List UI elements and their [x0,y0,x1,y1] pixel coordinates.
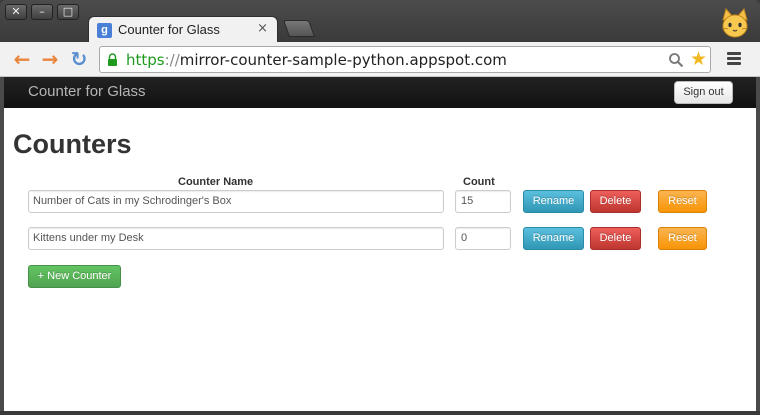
page-title: Counters [13,129,132,159]
google-favicon-icon: g [97,23,112,38]
address-bar[interactable]: https://mirror-counter-sample-python.app… [99,46,711,73]
app-navbar: Counter for Glass Sign out [4,77,756,108]
title-bar: ✕ – □ g Counter for Glass × [0,0,760,44]
window-minimize-button[interactable]: – [31,4,53,20]
window-maximize-button[interactable]: □ [57,4,79,20]
cat-avatar-icon [721,8,749,38]
url-scheme: https [126,51,165,69]
bookmark-star-icon[interactable]: ★ [690,49,707,69]
url-text[interactable]: https://mirror-counter-sample-python.app… [126,51,507,69]
app-brand[interactable]: Counter for Glass [28,83,146,100]
tab-close-icon[interactable]: × [257,21,268,36]
rename-button[interactable]: Rename [523,227,584,250]
counter-count-input[interactable]: 15 [455,190,511,213]
sign-out-button[interactable]: Sign out [674,81,733,104]
url-separator: :// [164,51,180,69]
column-header-counter-name: Counter Name [178,176,254,188]
reset-button[interactable]: Reset [658,190,707,213]
browser-window: ✕ – □ g Counter for Glass × ← → ↻ https:… [0,0,760,415]
tab-title: Counter for Glass [118,22,220,37]
chrome-menu-icon[interactable] [727,52,741,66]
reset-button[interactable]: Reset [658,227,707,250]
web-page: Counter for Glass Sign out Counters Coun… [4,77,756,411]
reload-icon[interactable]: ↻ [68,49,90,71]
lock-icon [108,53,117,66]
magnifier-icon[interactable] [668,52,684,68]
new-counter-button[interactable]: + New Counter [28,265,121,288]
rename-button[interactable]: Rename [523,190,584,213]
counter-count-input[interactable]: 0 [455,227,511,250]
back-arrow-icon[interactable]: ← [11,49,33,71]
delete-button[interactable]: Delete [590,227,641,250]
window-bottom-edge [0,411,760,415]
forward-arrow-icon[interactable]: → [39,49,61,71]
browser-toolbar: ← → ↻ https://mirror-counter-sample-pyth… [0,42,760,77]
column-header-count: Count [463,176,495,188]
delete-button[interactable]: Delete [590,190,641,213]
new-tab-button[interactable] [282,20,316,37]
browser-tab[interactable]: g Counter for Glass × [88,16,278,44]
counter-name-input[interactable]: Number of Cats in my Schrodinger's Box [28,190,444,213]
counter-name-input[interactable]: Kittens under my Desk [28,227,444,250]
window-close-button[interactable]: ✕ [5,4,27,20]
url-host: mirror-counter-sample-python.appspot.com [179,51,507,69]
